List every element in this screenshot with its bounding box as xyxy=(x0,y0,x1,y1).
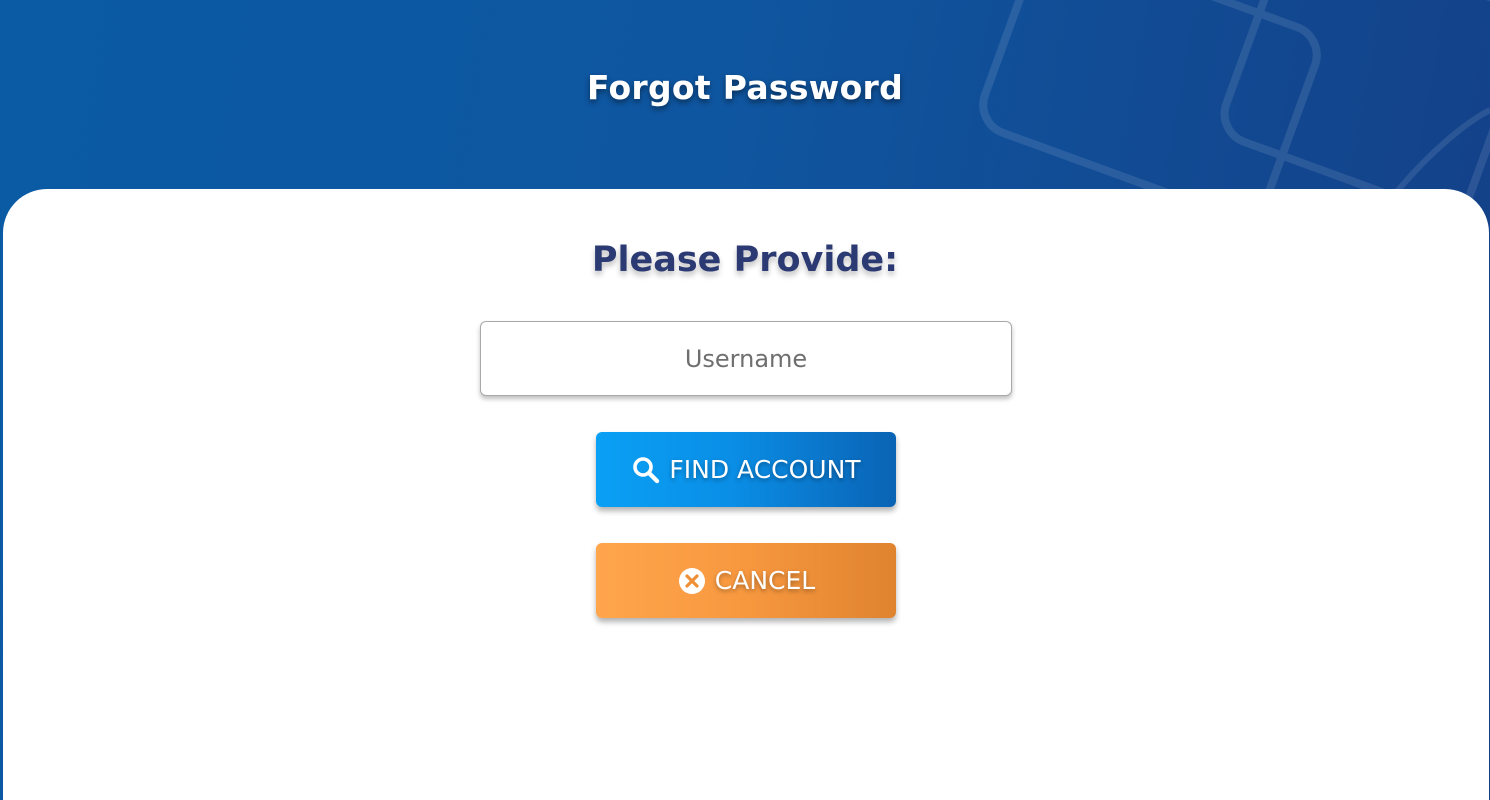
find-account-button[interactable]: FIND ACCOUNT xyxy=(596,432,896,507)
cancel-label: CANCEL xyxy=(714,566,816,595)
header-banner: Forgot Password xyxy=(0,0,1490,200)
find-account-label: FIND ACCOUNT xyxy=(669,455,861,484)
username-input[interactable] xyxy=(480,321,1012,396)
form-heading: Please Provide: xyxy=(591,240,899,280)
close-circle-icon xyxy=(677,566,707,596)
cancel-button[interactable]: CANCEL xyxy=(596,543,896,618)
search-icon xyxy=(631,455,661,485)
page-title: Forgot Password xyxy=(586,68,904,107)
